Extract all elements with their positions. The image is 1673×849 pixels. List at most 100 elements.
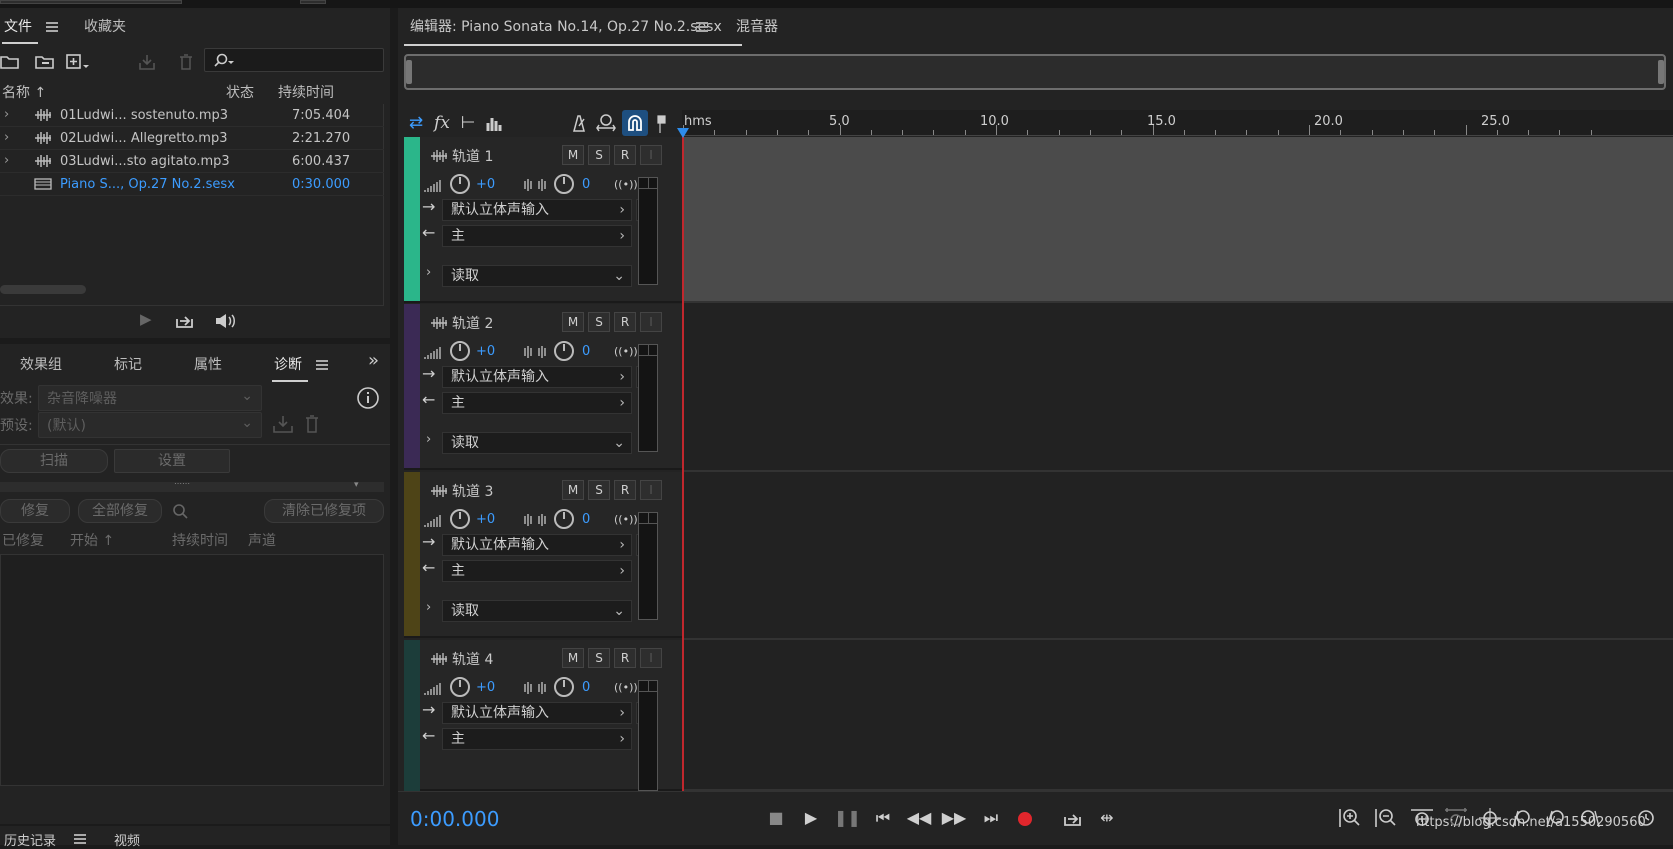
expand-chevron-icon[interactable]: › xyxy=(4,130,9,145)
stereo-icon[interactable]: ((•)) xyxy=(614,178,638,191)
files-search-input[interactable] xyxy=(204,48,384,72)
zoom-icon[interactable] xyxy=(172,503,188,519)
volume-value[interactable]: +0 xyxy=(476,680,495,695)
column-start-header[interactable]: 开始 ↑ xyxy=(70,530,114,550)
sends-icon[interactable]: ⊢ xyxy=(456,110,480,136)
column-duration-header[interactable]: 持续时间 xyxy=(278,82,334,104)
track-name[interactable]: 轨道 1 xyxy=(452,146,493,166)
timecode-display[interactable]: 0:00.000 xyxy=(410,807,499,831)
column-name-header[interactable]: 名称 ↑ xyxy=(2,82,46,104)
tab-history[interactable]: 历史记录 xyxy=(4,830,56,849)
metronome-icon[interactable] xyxy=(570,114,588,132)
double-chevron-icon[interactable]: » xyxy=(368,350,379,371)
playhead[interactable] xyxy=(682,130,684,791)
column-duration-header[interactable]: 持续时间 xyxy=(172,530,228,550)
loop-playback-icon[interactable] xyxy=(1062,810,1084,828)
go-to-end-icon[interactable]: ⏭ xyxy=(978,806,1004,830)
track-color-strip[interactable] xyxy=(404,472,420,636)
tab-properties[interactable]: 属性 xyxy=(194,354,222,374)
track-lane[interactable] xyxy=(682,640,1673,791)
timeline-area[interactable] xyxy=(682,137,1673,791)
file-row[interactable]: Piano S..., Op.27 No.2.sesx 0:30.000 xyxy=(0,173,384,196)
zoom-in-amplitude-icon[interactable] xyxy=(1338,807,1360,829)
track-lane[interactable] xyxy=(682,137,1673,303)
track-header[interactable]: 轨道 2MSRI+00((•))→默认立体声输入›Ø←主››读取⌄ xyxy=(404,304,682,470)
pan-knob[interactable] xyxy=(554,509,574,529)
pan-value[interactable]: 0 xyxy=(582,680,590,695)
loop-icon[interactable] xyxy=(174,312,196,330)
track-output-select[interactable]: 主 › xyxy=(442,392,632,414)
track-input-select[interactable]: 默认立体声输入 › xyxy=(442,702,632,724)
track-header[interactable]: 轨道 1MSRI+00((•))→默认立体声输入›Ø←主››读取⌄ xyxy=(404,137,682,303)
file-row[interactable]: › 02Ludwi... Allegretto.mp3 2:21.270 xyxy=(0,127,384,150)
monitor-input-button[interactable]: I xyxy=(640,145,662,165)
record-arm-button[interactable]: R xyxy=(614,145,636,165)
marker-icon[interactable] xyxy=(654,114,668,134)
stereo-icon[interactable]: ((•)) xyxy=(614,513,638,526)
automation-mode-select[interactable]: 读取 ⌄ xyxy=(442,600,632,622)
tab-favorites[interactable]: 收藏夹 xyxy=(84,16,126,36)
pan-knob[interactable] xyxy=(554,677,574,697)
stop-icon[interactable]: ■ xyxy=(763,806,789,830)
tab-mixer[interactable]: 混音器 xyxy=(736,16,778,36)
play-icon[interactable]: ▶ xyxy=(140,310,152,328)
solo-button[interactable]: S xyxy=(588,312,610,332)
open-folder-icon[interactable] xyxy=(0,54,20,70)
solo-button[interactable]: S xyxy=(588,145,610,165)
repair-button[interactable]: 修复 xyxy=(0,499,70,523)
tab-effects-rack[interactable]: 效果组 xyxy=(20,354,62,374)
pause-icon[interactable]: ❚❚ xyxy=(834,806,861,830)
track-name[interactable]: 轨道 4 xyxy=(452,649,493,669)
track-color-strip[interactable] xyxy=(404,137,420,301)
track-lane[interactable] xyxy=(682,304,1673,472)
tab-video[interactable]: 视频 xyxy=(114,830,140,849)
pan-value[interactable]: 0 xyxy=(582,344,590,359)
tab-markers[interactable]: 标记 xyxy=(114,354,142,374)
mute-button[interactable]: M xyxy=(562,648,584,668)
solo-button[interactable]: S xyxy=(588,648,610,668)
time-ruler[interactable]: hms 5.0 10.0 15.0 20.0 25.0 xyxy=(682,110,1673,136)
volume-knob[interactable] xyxy=(450,174,470,194)
info-icon[interactable] xyxy=(356,386,380,410)
expand-chevron-icon[interactable]: › xyxy=(4,153,9,168)
tab-diagnostics[interactable]: 诊断 xyxy=(272,354,308,382)
skip-selection-icon[interactable]: ⇹ xyxy=(1094,806,1120,830)
track-lane[interactable] xyxy=(682,472,1673,640)
track-name[interactable]: 轨道 2 xyxy=(452,313,493,333)
volume-value[interactable]: +0 xyxy=(476,344,495,359)
panel-menu-icon[interactable] xyxy=(696,22,708,32)
expand-chevron-icon[interactable]: › xyxy=(4,107,9,122)
clear-repaired-button[interactable]: 清除已修复项 xyxy=(264,499,384,523)
track-input-select[interactable]: 默认立体声输入 › xyxy=(442,366,632,388)
monitor-input-button[interactable]: I xyxy=(640,312,662,332)
volume-value[interactable]: +0 xyxy=(476,177,495,192)
column-repaired-header[interactable]: 已修复 xyxy=(2,530,44,550)
track-output-select[interactable]: 主 › xyxy=(442,225,632,247)
new-file-icon[interactable] xyxy=(66,53,90,71)
volume-knob[interactable] xyxy=(450,677,470,697)
monitor-input-button[interactable]: I xyxy=(640,648,662,668)
auto-play-icon[interactable] xyxy=(210,312,236,330)
stereo-icon[interactable]: ((•)) xyxy=(614,681,638,694)
mute-button[interactable]: M xyxy=(562,145,584,165)
track-input-select[interactable]: 默认立体声输入 › xyxy=(442,534,632,556)
track-header[interactable]: 轨道 4MSRI+00((•))→默认立体声输入›Ø←主› xyxy=(404,640,682,791)
fast-forward-icon[interactable]: ▶▶ xyxy=(941,806,967,830)
stereo-icon[interactable]: ((•)) xyxy=(614,345,638,358)
splitter-handle[interactable]: ⋯⋯ ▾ xyxy=(0,479,384,492)
horizontal-scrollbar[interactable] xyxy=(0,285,86,294)
effect-select[interactable]: 杂音降噪器 ⌄ xyxy=(38,385,262,411)
tab-editor[interactable]: 编辑器: Piano Sonata No.14, Op.27 No.2.sesx xyxy=(404,16,742,46)
rewind-icon[interactable]: ◀◀ xyxy=(906,806,932,830)
track-name[interactable]: 轨道 3 xyxy=(452,481,493,501)
go-to-start-icon[interactable]: ⏮ xyxy=(870,806,896,830)
panel-menu-icon[interactable] xyxy=(316,360,328,370)
monitor-input-button[interactable]: I xyxy=(640,480,662,500)
settings-button[interactable]: 设置 xyxy=(114,449,230,473)
panel-menu-icon[interactable] xyxy=(74,834,86,844)
column-channel-header[interactable]: 声道 xyxy=(248,530,276,550)
file-row[interactable]: › 01Ludwi... sostenuto.mp3 7:05.404 xyxy=(0,104,384,127)
fx-icon[interactable]: fx xyxy=(430,110,454,136)
volume-value[interactable]: +0 xyxy=(476,512,495,527)
track-input-select[interactable]: 默认立体声输入 › xyxy=(442,199,632,221)
